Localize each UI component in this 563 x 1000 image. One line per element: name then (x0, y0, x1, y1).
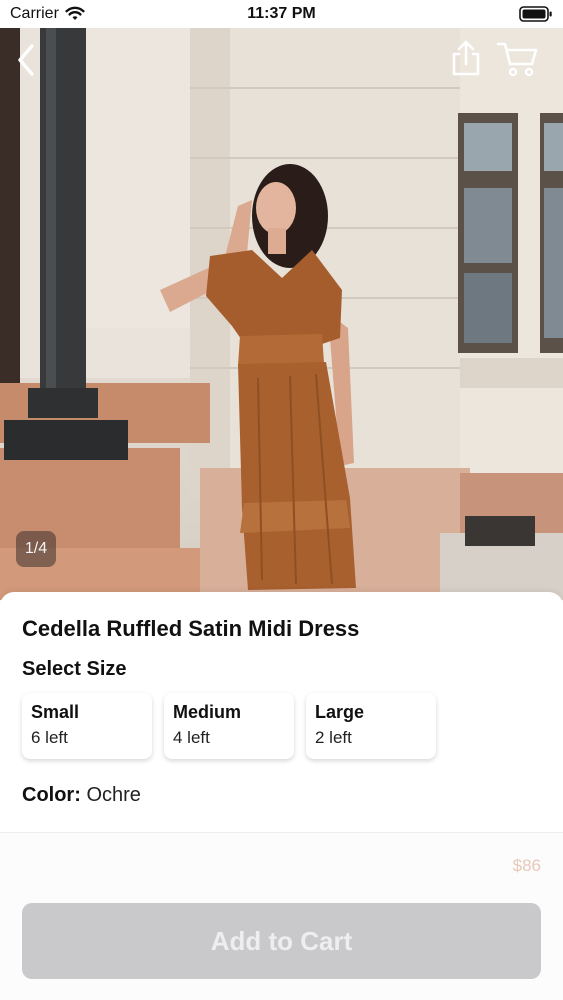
size-name: Large (315, 702, 365, 722)
size-stock: 4 left (173, 728, 210, 747)
size-name: Small (31, 702, 80, 722)
battery-icon (519, 6, 552, 22)
size-heading: Select Size (22, 658, 127, 680)
image-counter: 1/4 (16, 531, 56, 567)
product-title: Cedella Ruffled Satin Midi Dress (22, 616, 360, 641)
size-option-large[interactable]: Large 2 left (306, 693, 436, 759)
size-name: Medium (173, 702, 242, 722)
size-options: Small 6 left Medium 4 left Large 2 left (22, 693, 436, 759)
product-image[interactable]: 1/4 (0, 28, 563, 600)
clock: 11:37 PM (247, 5, 316, 22)
size-option-medium[interactable]: Medium 4 left (164, 693, 294, 759)
size-option-small[interactable]: Small 6 left (22, 693, 152, 759)
product-photo (0, 28, 563, 600)
purchase-footer: $86 Add to Cart (0, 832, 563, 1000)
share-icon[interactable] (448, 38, 484, 78)
back-icon[interactable] (10, 40, 44, 80)
status-bar: Carrier 11:37 PM (0, 0, 563, 28)
size-stock: 2 left (315, 728, 352, 747)
color-row: Color: Ochre (22, 784, 141, 807)
price: $86 (512, 856, 541, 875)
color-label: Color: (22, 784, 81, 806)
size-stock: 6 left (31, 728, 68, 747)
cart-icon[interactable] (496, 40, 540, 78)
add-to-cart-button[interactable]: Add to Cart (22, 903, 541, 979)
product-details-sheet: Cedella Ruffled Satin Midi Dress Select … (0, 592, 563, 832)
color-value: Ochre (86, 784, 141, 806)
